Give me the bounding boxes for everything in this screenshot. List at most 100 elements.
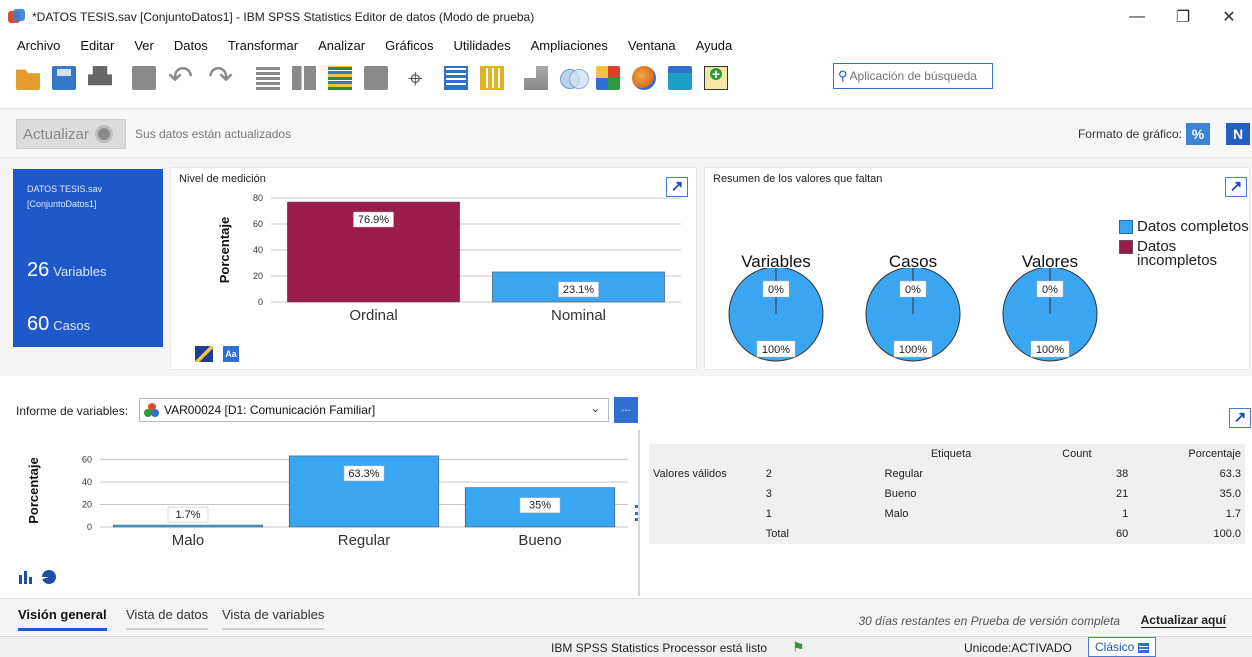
weight-cases-icon[interactable]: [560, 66, 589, 90]
x-tick-label: Bueno: [518, 532, 561, 549]
variable-report-label: Informe de variables:: [16, 404, 129, 418]
refresh-button[interactable]: Actualizar: [16, 119, 126, 149]
title-bar: *DATOS TESIS.sav [ConjuntoDatos1] - IBM …: [0, 0, 1252, 34]
cases-count: 60: [27, 313, 50, 335]
refresh-status: Sus datos están actualizados: [135, 127, 292, 141]
table-cell-empty: [881, 524, 1022, 544]
print-icon[interactable]: [88, 66, 112, 86]
variable-expand-icon[interactable]: ↗: [1229, 408, 1251, 428]
pane-splitter[interactable]: [638, 430, 640, 596]
run-descriptives-icon[interactable]: [364, 66, 388, 90]
table-total-row: Total 60 100.0: [649, 524, 1245, 544]
variable-select[interactable]: VAR00024 [D1: Comunicación Familiar] ⌄: [139, 398, 609, 422]
edit-chart-icon[interactable]: [195, 346, 213, 362]
frequency-table: Etiqueta Count Porcentaje Valores válido…: [649, 444, 1245, 544]
split-file-icon[interactable]: [524, 66, 548, 90]
splitter-handle[interactable]: [635, 505, 638, 521]
restore-button[interactable]: ❐: [1160, 0, 1206, 34]
search-box[interactable]: ⚲: [833, 63, 993, 89]
menu-datos[interactable]: Datos: [174, 38, 208, 53]
menu-graficos[interactable]: Gráficos: [385, 38, 433, 53]
menu-ampliaciones[interactable]: Ampliaciones: [531, 38, 608, 53]
table-cell-count: 38: [1115, 468, 1129, 480]
use-variable-sets-icon[interactable]: [668, 66, 692, 90]
spss-app-icon: [8, 9, 26, 25]
table-cell-percent: 1.7: [1225, 508, 1241, 520]
close-button[interactable]: ✕: [1206, 0, 1252, 34]
legend-incomplete: Datos incompletos: [1119, 239, 1218, 269]
tab-overview[interactable]: Visión general: [18, 607, 107, 631]
y-tick-label: 0: [258, 297, 263, 307]
goto-variable-icon[interactable]: [292, 66, 316, 90]
redo-icon[interactable]: [208, 60, 236, 95]
menu-ventana[interactable]: Ventana: [628, 38, 676, 53]
y-tick-label: 60: [253, 219, 263, 229]
missing-expand-icon[interactable]: ↗: [1225, 177, 1247, 197]
missing-panel-title: Resumen de los valores que faltan: [713, 173, 883, 185]
menu-ayuda[interactable]: Ayuda: [696, 38, 733, 53]
dialog-recall-icon[interactable]: [132, 66, 156, 90]
unicode-status: Unicode:ACTIVADO: [964, 641, 1072, 655]
menu-archivo[interactable]: Archivo: [17, 38, 60, 53]
bar-chart-icon[interactable]: [18, 570, 34, 584]
table-header-label: Etiqueta: [930, 448, 972, 460]
refresh-icon: [94, 125, 113, 143]
minimize-button[interactable]: —: [1114, 0, 1160, 34]
x-tick-label: Regular: [338, 532, 391, 549]
classic-mode-button[interactable]: Clásico: [1088, 637, 1156, 657]
spss-window: *DATOS TESIS.sav [ConjuntoDatos1] - IBM …: [0, 0, 1252, 657]
goto-case-icon[interactable]: [256, 66, 280, 90]
save-icon[interactable]: [52, 66, 76, 90]
pie-complete-label: 100%: [1036, 344, 1064, 356]
count-format-button[interactable]: N: [1226, 123, 1250, 145]
legend-incomplete-label: Datos incompletos: [1137, 239, 1218, 269]
dataset-file-name: DATOS TESIS.sav: [27, 184, 103, 194]
legend-incomplete-line2: incompletos: [1137, 252, 1218, 269]
percent-format-button[interactable]: %: [1186, 123, 1210, 145]
chevron-down-icon[interactable]: ⌄: [591, 402, 600, 415]
variables-label: Variables: [53, 264, 107, 279]
tab-data-view[interactable]: Vista de datos: [126, 607, 209, 630]
pie-complete-label: 100%: [762, 344, 790, 356]
table-total-percent: 100.0: [1213, 528, 1241, 540]
find-icon[interactable]: ⌖: [408, 65, 432, 91]
open-icon[interactable]: [16, 69, 40, 90]
pie-complete-label: 100%: [899, 344, 927, 356]
tab-variable-view[interactable]: Vista de variables: [222, 607, 325, 630]
select-cases-icon[interactable]: [596, 66, 620, 90]
upgrade-link[interactable]: Actualizar aquí: [1140, 613, 1226, 628]
menu-analizar[interactable]: Analizar: [318, 38, 365, 53]
data-label: 35%: [529, 500, 551, 512]
x-tick-label: Nominal: [551, 307, 606, 324]
chart-label-icon[interactable]: Aa: [223, 346, 239, 362]
menu-ver[interactable]: Ver: [134, 38, 154, 53]
table-header-blank: [649, 444, 762, 464]
refresh-row: Actualizar Sus datos están actualizados …: [0, 108, 1252, 158]
variables-icon[interactable]: [328, 66, 352, 90]
legend-complete-label: Datos completos: [1137, 218, 1249, 235]
table-cell-percent: 63.3: [1219, 468, 1241, 480]
variable-more-button[interactable]: ...: [614, 397, 638, 423]
menu-editar[interactable]: Editar: [80, 38, 114, 53]
search-input[interactable]: [849, 69, 990, 83]
status-bar: IBM SPSS Statistics Processor está listo…: [0, 636, 1252, 657]
toolbar: ⌖: [0, 58, 1252, 98]
customize-icon[interactable]: [704, 66, 728, 90]
table-row: 3 Bueno 21 35.0: [649, 484, 1245, 504]
undo-icon[interactable]: [168, 60, 196, 95]
value-labels-icon[interactable]: [632, 66, 656, 90]
x-tick-label: Ordinal: [349, 307, 397, 324]
legend-incomplete-swatch: [1119, 240, 1133, 254]
view-tabs: Visión general Vista de datos Vista de v…: [0, 598, 1252, 634]
measurement-bar-chart: Porcentaje 0 20 40 60 80 76.9% Ordinal 23.1% Nomi…: [217, 193, 681, 324]
insert-cases-icon[interactable]: [444, 66, 468, 90]
table-header-blank2: [762, 444, 881, 464]
table-cell-empty: [649, 484, 762, 504]
y-axis-label: Porcentaje: [26, 457, 41, 523]
menu-utilidades[interactable]: Utilidades: [454, 38, 511, 53]
pie-chart-icon[interactable]: [42, 570, 56, 584]
insert-variable-icon[interactable]: [480, 66, 504, 90]
table-cell-label: Malo: [884, 508, 909, 520]
menu-transformar[interactable]: Transformar: [228, 38, 298, 53]
dataset-name: DATOS TESIS.sav [ConjuntoDatos1]: [27, 182, 102, 212]
